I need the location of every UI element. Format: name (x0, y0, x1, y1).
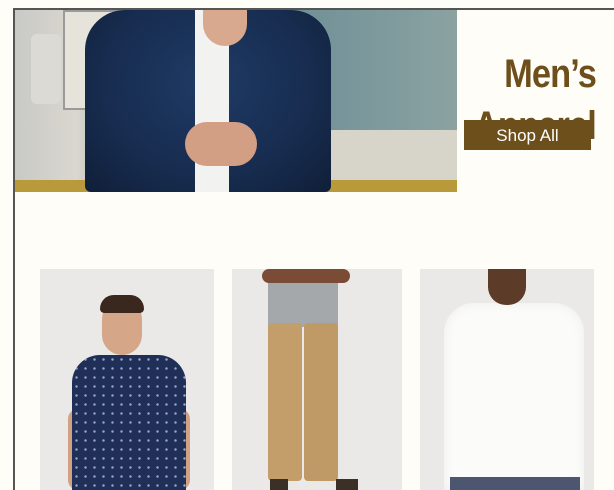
white-tee (444, 303, 584, 490)
van-mirror (31, 34, 61, 104)
model-head (488, 269, 526, 305)
shoe-left (270, 479, 288, 490)
model-hair (100, 295, 144, 313)
blue-jeans (450, 477, 580, 490)
product-tile-chinos[interactable] (232, 269, 402, 490)
shop-all-button[interactable]: Shop All (464, 120, 591, 150)
khaki-chinos-right-leg (304, 323, 338, 481)
model-hands (185, 122, 257, 166)
khaki-chinos-left-leg (268, 323, 302, 481)
shirt-dot-pattern (72, 355, 186, 490)
product-tile-tee[interactable] (420, 269, 594, 490)
product-tile-shirt[interactable] (40, 269, 214, 490)
crossed-arms (262, 269, 350, 283)
shoe-right (336, 479, 358, 490)
hero-image (15, 10, 457, 192)
